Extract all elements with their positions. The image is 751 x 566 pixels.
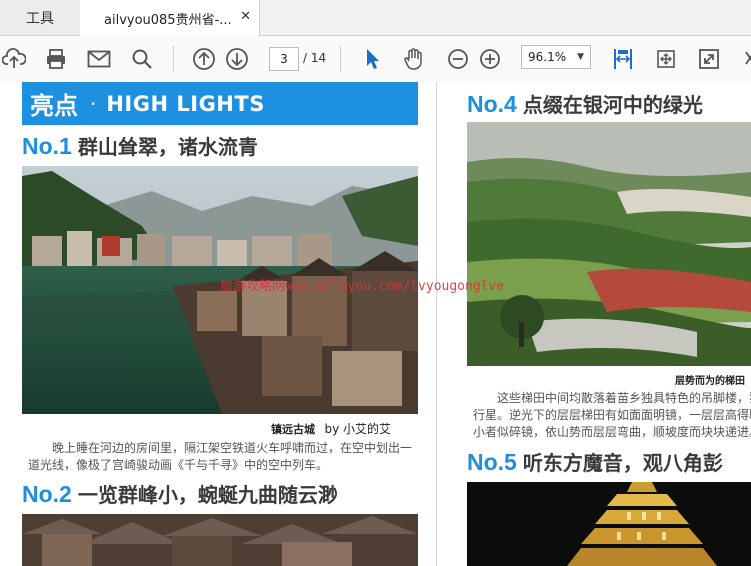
zoom-in-icon[interactable] — [476, 45, 504, 73]
section-title: No.2 一览群峰小，蜿蜒九曲随云渺 — [22, 479, 338, 508]
tab-bar: 工具 ailvyou085贵州省-... ✕ — [0, 0, 751, 36]
section-number: No.2 — [22, 481, 72, 507]
fit-width-icon[interactable] — [609, 45, 637, 73]
paragraph-line: 晚上睡在河边的房间里，隔江架空铁道火车呼啸而过，在空中划出一 — [52, 441, 413, 455]
section-title: No.5 听东方魔音，观八角彭 — [467, 447, 723, 476]
photo-village-rooftops — [22, 514, 418, 566]
paragraph: 这些梯田中间均散落着苗乡独具特色的吊脚楼，犹 行星。逆光下的层层梯田有如面面明镜… — [473, 390, 751, 441]
next-page-icon[interactable] — [223, 45, 251, 73]
paragraph-line: 小者似碎镜，依山势而层层弯曲，顺坡度而块块递进。 — [473, 425, 751, 439]
paragraph-line: 行星。逆光下的层层梯田有如面面明镜，一层层高得聊 — [473, 408, 751, 422]
document-view[interactable]: 亮点 · HIGH LIGHTS No.1 群山耸翠，诸水流青 镇远古城 by … — [0, 82, 751, 566]
paragraph: 晚上睡在河边的房间里，隔江架空铁道火车呼啸而过，在空中划出一 道光线，像极了宫崎… — [28, 440, 433, 474]
tab-tools-label: 工具 — [26, 10, 54, 27]
page-number-input[interactable]: 3 — [269, 47, 299, 71]
zoom-out-icon[interactable] — [444, 45, 472, 73]
caption-place: 层势而为的梯田 — [675, 376, 745, 387]
section-heading: 听东方魔音，观八角彭 — [522, 451, 723, 475]
email-icon[interactable] — [85, 45, 113, 73]
paragraph-line: 这些梯田中间均散落着苗乡独具特色的吊脚楼，犹 — [497, 391, 751, 405]
select-cursor-icon[interactable] — [359, 45, 387, 73]
fit-page-icon[interactable] — [652, 45, 680, 73]
highlights-dot: · — [90, 91, 97, 116]
section-heading: 群山耸翠，诸水流青 — [77, 135, 258, 159]
tab-tools[interactable]: 工具 — [0, 0, 81, 35]
watermark-text: 旅游攻略网www.ailvyou.com/lvyougonglve — [220, 279, 505, 294]
section-number: No.4 — [467, 91, 517, 117]
paragraph-line: 道光线，像极了宫崎骏动画《千与千寻》中的空中列车。 — [28, 458, 329, 472]
caption-author: by 小艾的艾 — [324, 422, 392, 436]
photo-terraced-fields — [467, 122, 751, 366]
toolbar-separator — [173, 46, 174, 72]
cloud-upload-icon[interactable] — [0, 45, 28, 73]
section-heading: 点缀在银河中的绿光 — [522, 93, 703, 117]
full-screen-icon[interactable] — [695, 45, 723, 73]
page-divider — [436, 82, 437, 566]
zoom-select[interactable]: 96.1% ▼ — [521, 45, 591, 69]
close-icon[interactable]: ✕ — [240, 9, 251, 24]
hand-tool-icon[interactable] — [400, 45, 428, 73]
previous-page-icon[interactable] — [190, 45, 218, 73]
photo-drum-tower — [467, 482, 751, 566]
print-icon[interactable] — [42, 45, 70, 73]
section-title: No.4 点缀在银河中的绿光 — [467, 89, 703, 118]
toolbar — [0, 36, 751, 83]
draw-tool-icon[interactable] — [736, 45, 751, 73]
chevron-down-icon: ▼ — [577, 52, 584, 62]
section-number: No.5 — [467, 449, 517, 475]
highlights-banner: 亮点 · HIGH LIGHTS — [22, 82, 418, 125]
highlights-en: HIGH LIGHTS — [106, 91, 265, 116]
tab-document-label: ailvyou085贵州省-... — [104, 12, 232, 28]
search-icon[interactable] — [128, 45, 156, 73]
caption-place: 镇远古城 — [271, 423, 315, 436]
zoom-value: 96.1% — [528, 50, 567, 64]
tab-document[interactable]: ailvyou085贵州省-... ✕ — [80, 0, 260, 36]
photo-caption: 镇远古城 by 小艾的艾 — [271, 420, 391, 437]
page-total: / 14 — [303, 51, 327, 65]
section-heading: 一览群峰小，蜿蜒九曲随云渺 — [77, 483, 338, 507]
highlights-cn: 亮点 — [30, 92, 78, 120]
toolbar-separator — [340, 46, 341, 72]
photo-caption: 层势而为的梯田 — [675, 372, 745, 387]
section-title: No.1 群山耸翠，诸水流青 — [22, 131, 258, 160]
section-number: No.1 — [22, 133, 72, 159]
